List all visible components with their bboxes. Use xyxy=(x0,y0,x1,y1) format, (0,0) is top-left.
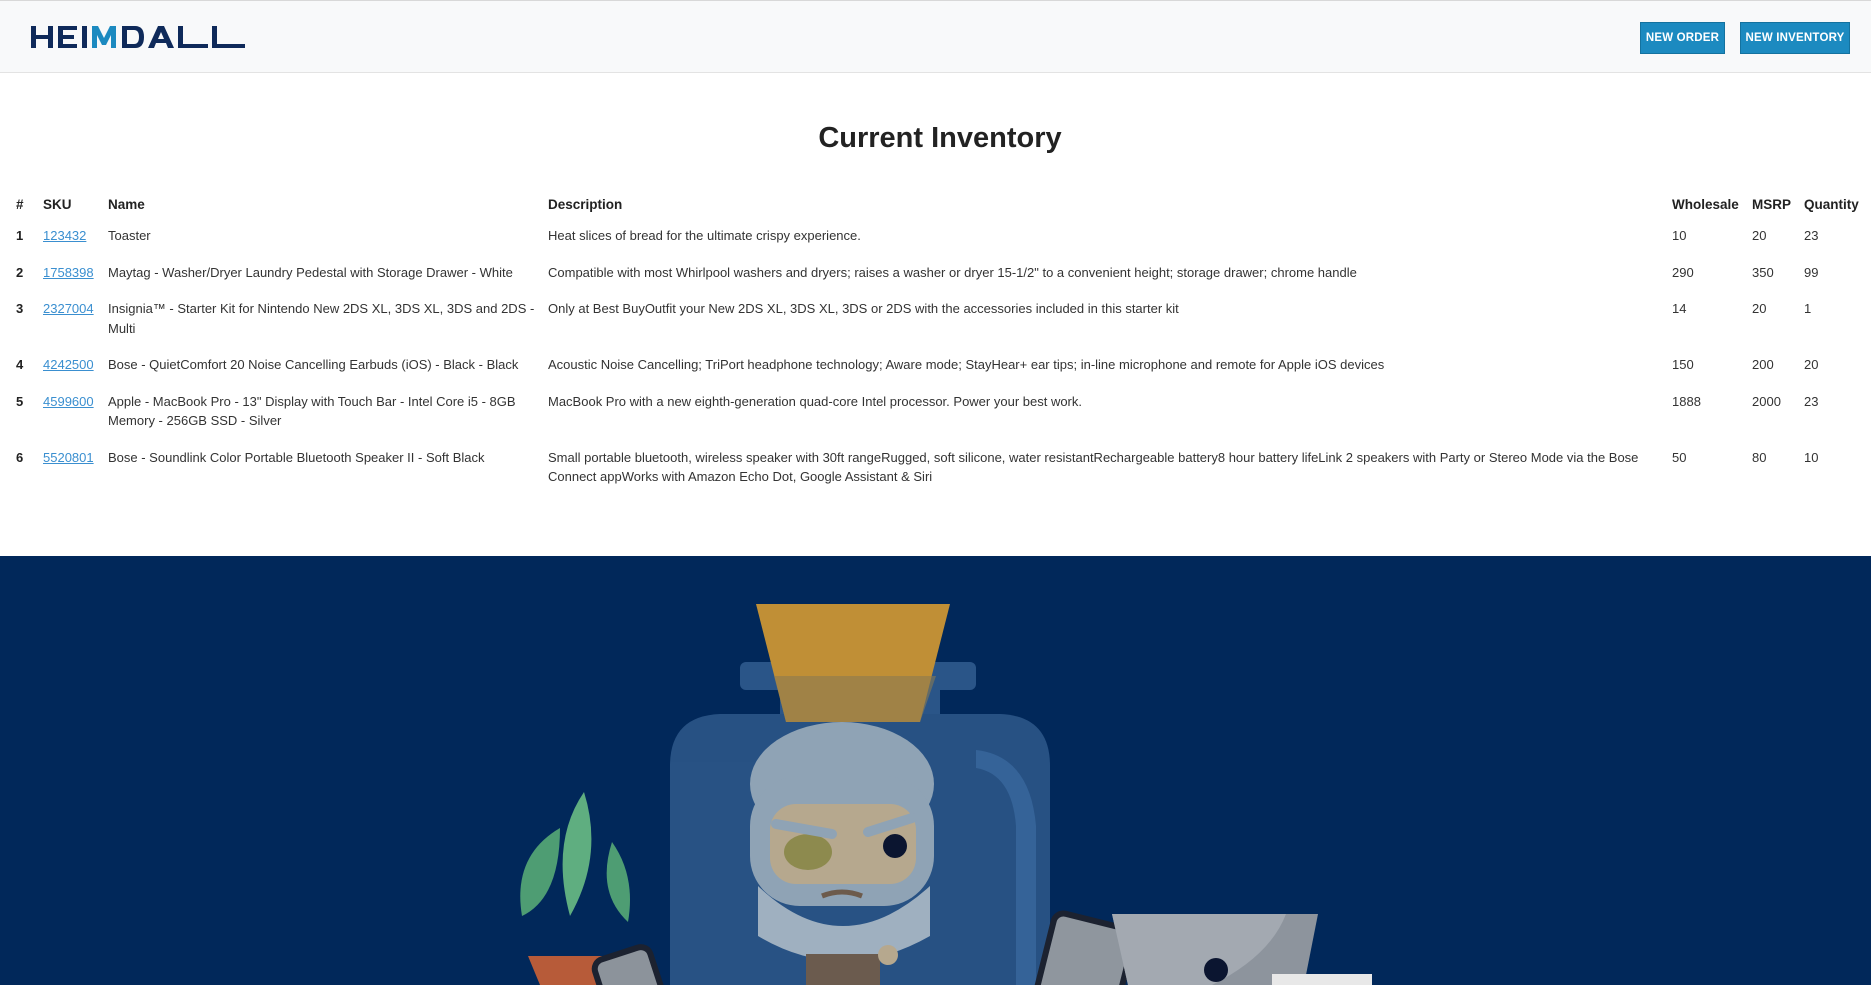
wholesale-cell: 10 xyxy=(1672,228,1687,243)
new-order-button[interactable]: NEW ORDER xyxy=(1640,22,1725,54)
character-illustration xyxy=(750,722,934,985)
sku-cell: 5520801 xyxy=(39,442,104,498)
hero-illustration-section xyxy=(0,556,1871,985)
description-cell: Small portable bluetooth, wireless speak… xyxy=(548,449,1639,485)
name-cell: Bose - QuietComfort 20 Noise Cancelling … xyxy=(108,357,519,372)
heimdall-logo[interactable] xyxy=(31,24,245,52)
top-navbar: NEW ORDER NEW INVENTORY xyxy=(0,0,1871,73)
sku-link[interactable]: 123432 xyxy=(43,228,86,243)
sku-link[interactable]: 4242500 xyxy=(43,357,94,372)
name-cell: Maytag - Washer/Dryer Laundry Pedestal w… xyxy=(108,264,513,280)
row-index: 2 xyxy=(16,264,24,280)
sku-cell: 123432 xyxy=(39,220,104,257)
page-title: Current Inventory xyxy=(818,122,1062,154)
column-header-description: Description xyxy=(548,197,623,212)
column-header-index: # xyxy=(16,197,24,212)
row-index: 3 xyxy=(16,301,24,316)
column-header-sku: SKU xyxy=(43,197,72,212)
description-cell: Heat slices of bread for the ultimate cr… xyxy=(548,228,861,243)
wholesale-cell: 14 xyxy=(1672,301,1687,316)
msrp-cell: 200 xyxy=(1752,357,1774,372)
column-header-wholesale: Wholesale xyxy=(1672,197,1739,212)
table-row: 2 1758398 Maytag - Washer/Dryer Laundry … xyxy=(12,257,1871,294)
table-header-row: # SKU Name Description Wholesale MSRP Qu… xyxy=(12,192,1871,220)
description-cell: Compatible with most Whirlpool washers a… xyxy=(548,264,1357,280)
row-index: 6 xyxy=(16,449,24,465)
row-index: 5 xyxy=(16,393,24,409)
name-cell: Toaster xyxy=(108,228,151,243)
wholesale-cell: 1888 xyxy=(1672,393,1701,409)
msrp-cell: 350 xyxy=(1752,264,1774,280)
sku-cell: 1758398 xyxy=(39,257,104,294)
name-cell: Insignia™ - Starter Kit for Nintendo New… xyxy=(108,301,535,336)
table-row: 1 123432 Toaster Heat slices of bread fo… xyxy=(12,220,1871,257)
name-cell: Bose - Soundlink Color Portable Bluetoot… xyxy=(108,449,485,465)
quantity-cell: 23 xyxy=(1804,393,1819,409)
column-header-name: Name xyxy=(108,197,145,212)
sku-link[interactable]: 1758398 xyxy=(43,265,94,280)
quantity-cell: 99 xyxy=(1804,264,1819,280)
quantity-cell: 10 xyxy=(1804,449,1819,465)
wholesale-cell: 290 xyxy=(1672,264,1694,280)
quantity-cell: 1 xyxy=(1804,301,1812,316)
table-row: 6 5520801 Bose - Soundlink Color Portabl… xyxy=(12,442,1871,498)
column-header-msrp: MSRP xyxy=(1752,197,1792,212)
table-row: 4 4242500 Bose - QuietComfort 20 Noise C… xyxy=(12,349,1871,386)
column-header-quantity: Quantity xyxy=(1804,197,1859,212)
sku-cell: 2327004 xyxy=(39,293,104,349)
msrp-cell: 80 xyxy=(1752,449,1767,465)
sku-cell: 4599600 xyxy=(39,386,104,442)
wholesale-cell: 50 xyxy=(1672,449,1687,465)
row-index: 4 xyxy=(16,357,24,372)
sku-link[interactable]: 5520801 xyxy=(43,450,94,465)
row-index: 1 xyxy=(16,228,24,243)
heimdall-bottle-illustration xyxy=(520,604,1372,985)
sku-link[interactable]: 4599600 xyxy=(43,394,94,409)
sku-link[interactable]: 2327004 xyxy=(43,301,94,316)
name-cell: Apple - MacBook Pro - 13" Display with T… xyxy=(108,393,516,429)
description-cell: Only at Best BuyOutfit your New 2DS XL, … xyxy=(548,301,1179,316)
msrp-cell: 2000 xyxy=(1752,393,1781,409)
sku-cell: 4242500 xyxy=(39,349,104,386)
quantity-cell: 20 xyxy=(1804,357,1819,372)
inventory-table: # SKU Name Description Wholesale MSRP Qu… xyxy=(12,192,1871,498)
description-cell: MacBook Pro with a new eighth-generation… xyxy=(548,393,1082,409)
wholesale-cell: 150 xyxy=(1672,357,1694,372)
description-cell: Acoustic Noise Cancelling; TriPort headp… xyxy=(548,357,1385,372)
quantity-cell: 23 xyxy=(1804,228,1819,243)
table-row: 5 4599600 Apple - MacBook Pro - 13" Disp… xyxy=(12,386,1871,442)
msrp-cell: 20 xyxy=(1752,228,1767,243)
table-row: 3 2327004 Insignia™ - Starter Kit for Ni… xyxy=(12,293,1871,349)
new-inventory-button[interactable]: NEW INVENTORY xyxy=(1740,22,1850,54)
msrp-cell: 20 xyxy=(1752,301,1767,316)
